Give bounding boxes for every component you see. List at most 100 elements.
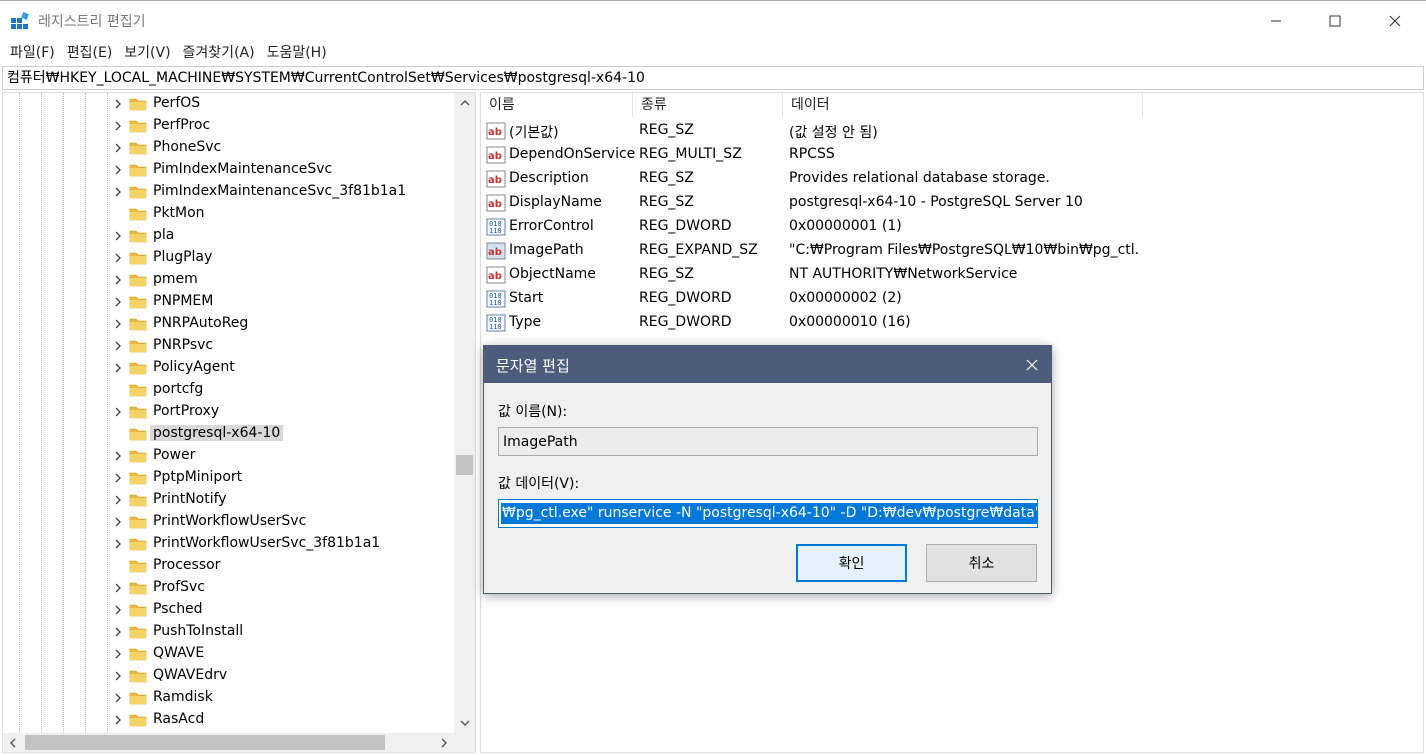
tree-item[interactable]: QWAVEdrv — [3, 665, 453, 687]
column-header-data[interactable]: 데이터 — [783, 93, 1143, 117]
value-row[interactable]: 010 110 ErrorControl REG_DWORD 0x00000001 (1… — [481, 215, 1423, 239]
value-row[interactable]: ab ImagePath REG_EXPAND_SZ "C:₩Program File… — [481, 239, 1423, 263]
tree-item[interactable]: PimIndexMaintenanceSvc_3f81b1a1 — [3, 181, 453, 203]
tree-item[interactable]: Psched — [3, 599, 453, 621]
value-data-field[interactable]: ₩pg_ctl.exe" runservice -N "postgresql-x… — [498, 499, 1038, 528]
scroll-left-button[interactable] — [3, 733, 23, 752]
menu-file[interactable]: 파일(F) — [4, 42, 61, 62]
chevron-right-icon[interactable] — [113, 142, 123, 154]
tree-item-label: PNPMEM — [153, 293, 214, 309]
folder-icon — [129, 538, 147, 551]
chevron-right-icon[interactable] — [113, 362, 123, 374]
tree-item[interactable]: PNRPsvc — [3, 335, 453, 357]
tree-item[interactable]: pmem — [3, 269, 453, 291]
chevron-right-icon[interactable] — [113, 670, 123, 682]
cancel-button[interactable]: 취소 — [926, 544, 1037, 582]
scroll-thumb[interactable] — [456, 455, 473, 475]
chevron-right-icon[interactable] — [113, 648, 123, 660]
chevron-right-icon[interactable] — [113, 230, 123, 242]
tree-item[interactable]: ProfSvc — [3, 577, 453, 599]
chevron-right-icon[interactable] — [113, 318, 123, 330]
tree-item[interactable]: PptpMiniport — [3, 467, 453, 489]
tree-item[interactable]: PhoneSvc — [3, 137, 453, 159]
chevron-right-icon[interactable] — [113, 516, 123, 528]
tree-item[interactable]: PortProxy — [3, 401, 453, 423]
chevron-right-icon[interactable] — [113, 274, 123, 286]
menu-view[interactable]: 보기(V) — [118, 42, 176, 62]
menu-help[interactable]: 도움말(H) — [261, 42, 333, 62]
scroll-down-button[interactable] — [454, 713, 475, 733]
tree-item[interactable]: portcfg — [3, 379, 453, 401]
chevron-right-icon[interactable] — [113, 604, 123, 616]
value-name: (기본값) — [509, 125, 559, 141]
value-row[interactable]: ab Description REG_SZ Provides relational d… — [481, 167, 1423, 191]
chevron-right-icon[interactable] — [113, 406, 123, 418]
value-row[interactable]: ab DisplayName REG_SZ postgresql-x64-10 - P… — [481, 191, 1423, 215]
column-header-type[interactable]: 종류 — [633, 93, 783, 117]
tree-item[interactable]: PolicyAgent — [3, 357, 453, 379]
chevron-right-icon[interactable] — [113, 494, 123, 506]
value-name-field[interactable] — [498, 427, 1038, 456]
tree-vertical-scrollbar[interactable] — [454, 93, 475, 733]
tree-item-label: PhoneSvc — [153, 139, 222, 155]
tree-item[interactable]: PlugPlay — [3, 247, 453, 269]
maximize-button[interactable] — [1306, 1, 1364, 41]
address-bar[interactable]: 컴퓨터₩HKEY_LOCAL_MACHINE₩SYSTEM₩CurrentCon… — [2, 66, 1424, 90]
value-type: REG_DWORD — [639, 290, 732, 306]
tree-item[interactable]: RasAcd — [3, 709, 453, 731]
tree-item[interactable]: PktMon — [3, 203, 453, 225]
chevron-right-icon[interactable] — [113, 252, 123, 264]
value-row[interactable]: ab ObjectName REG_SZ NT AUTHORITY₩NetworkSe… — [481, 263, 1423, 287]
chevron-right-icon[interactable] — [113, 626, 123, 638]
tree-item[interactable]: pla — [3, 225, 453, 247]
value-row[interactable]: 010 110 Type REG_DWORD 0x00000010 (16) — [481, 311, 1423, 335]
tree-item[interactable]: PerfProc — [3, 115, 453, 137]
chevron-right-icon[interactable] — [113, 538, 123, 550]
scroll-thumb[interactable] — [25, 735, 385, 750]
chevron-right-icon[interactable] — [113, 450, 123, 462]
tree-item[interactable]: PrintWorkflowUserSvc_3f81b1a1 — [3, 533, 453, 555]
dialog-close-button[interactable] — [1013, 346, 1051, 383]
chevron-right-icon[interactable] — [113, 164, 123, 176]
string-value-icon: ab — [486, 242, 506, 260]
scroll-up-button[interactable] — [454, 93, 475, 113]
ok-button[interactable]: 확인 — [796, 544, 907, 582]
tree-item-label: PushToInstall — [153, 623, 244, 639]
binary-value-icon: 010110 — [486, 314, 506, 332]
chevron-right-icon[interactable] — [113, 340, 123, 352]
tree-item[interactable]: Power — [3, 445, 453, 467]
tree-item[interactable]: PrintNotify — [3, 489, 453, 511]
chevron-right-icon[interactable] — [113, 98, 123, 110]
tree-item[interactable]: QWAVE — [3, 643, 453, 665]
minimize-button[interactable] — [1247, 1, 1305, 41]
tree-item[interactable]: PerfOS — [3, 93, 453, 115]
tree-item[interactable]: Processor — [3, 555, 453, 577]
value-row[interactable]: ab (기본값) REG_SZ (값 설정 안 됨) — [481, 119, 1423, 143]
column-header-name[interactable]: 이름 — [481, 93, 633, 117]
chevron-right-icon[interactable] — [113, 120, 123, 132]
chevron-right-icon[interactable] — [113, 296, 123, 308]
tree-item[interactable]: postgresql-x64-10 — [3, 423, 453, 445]
menu-favorites[interactable]: 즐겨찾기(A) — [177, 42, 261, 62]
tree-item[interactable]: PNPMEM — [3, 291, 453, 313]
tree-item[interactable]: PNRPAutoReg — [3, 313, 453, 335]
value-name: Description — [509, 170, 589, 186]
value-row[interactable]: ab DependOnService REG_MULTI_SZ RPCSS — [481, 143, 1423, 167]
close-button[interactable] — [1366, 1, 1424, 41]
key-tree-pane[interactable]: PerfOS PerfProc PhoneSvc PimIndexMaintenanc… — [2, 92, 476, 753]
chevron-right-icon[interactable] — [113, 186, 123, 198]
chevron-right-icon[interactable] — [113, 692, 123, 704]
tree-horizontal-scrollbar[interactable] — [3, 733, 454, 752]
chevron-right-icon[interactable] — [113, 714, 123, 726]
tree-item[interactable]: Ramdisk — [3, 687, 453, 709]
chevron-right-icon[interactable] — [113, 582, 123, 594]
tree-item[interactable]: PushToInstall — [3, 621, 453, 643]
value-row[interactable]: 010 110 Start REG_DWORD 0x00000002 (2) — [481, 287, 1423, 311]
folder-icon — [129, 384, 147, 397]
scroll-right-button[interactable] — [434, 733, 454, 752]
tree-item-label: pmem — [153, 271, 198, 287]
tree-item[interactable]: PrintWorkflowUserSvc — [3, 511, 453, 533]
chevron-right-icon[interactable] — [113, 472, 123, 484]
tree-item[interactable]: PimIndexMaintenanceSvc — [3, 159, 453, 181]
menu-edit[interactable]: 편집(E) — [61, 42, 119, 62]
